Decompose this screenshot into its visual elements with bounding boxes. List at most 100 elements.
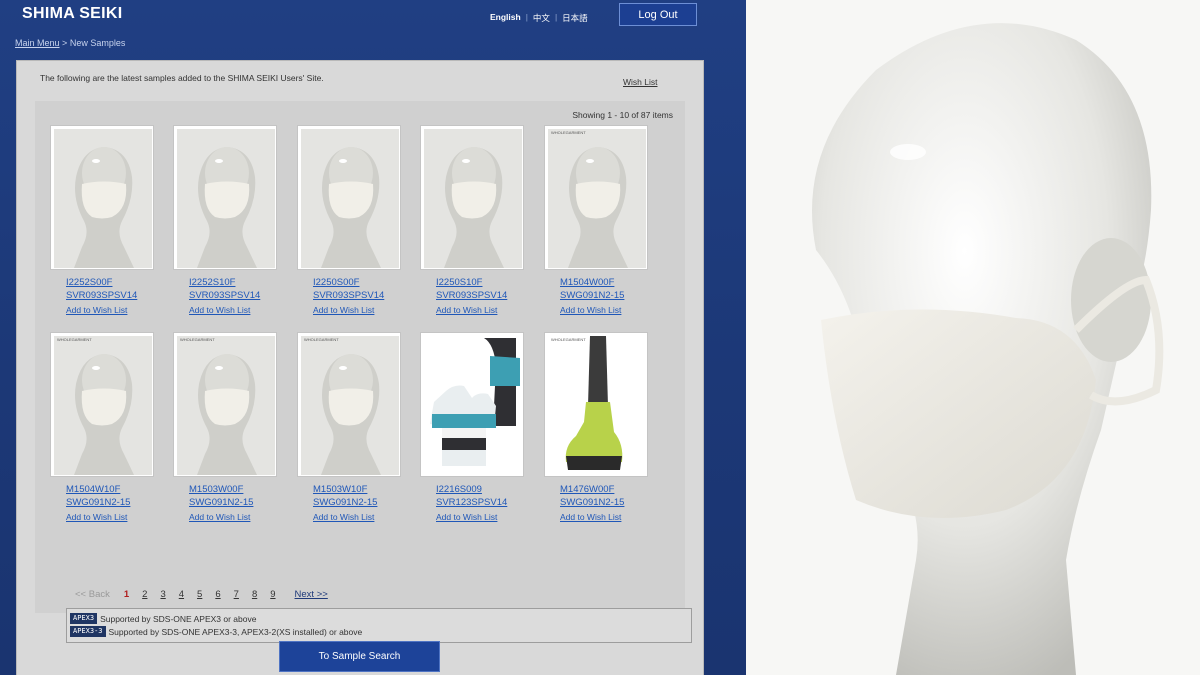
sample-card: WHOLEGARMENT M1504W10F SWG091N2-15 Add to W… bbox=[50, 332, 155, 522]
sample-code-link[interactable]: I2252S10F bbox=[189, 276, 278, 289]
support-row: APEX3-3 Supported by SDS-ONE APEX3-3, AP… bbox=[70, 626, 362, 637]
wholegarment-tag: WHOLEGARMENT bbox=[551, 130, 586, 135]
logo: SHIMA SEIKI bbox=[22, 5, 123, 22]
page-link[interactable]: 5 bbox=[197, 589, 202, 600]
sample-code-link[interactable]: M1476W00F bbox=[560, 483, 649, 496]
sample-code-link[interactable]: M1503W00F bbox=[189, 483, 278, 496]
page-link[interactable]: 3 bbox=[160, 589, 165, 600]
page-link[interactable]: 6 bbox=[215, 589, 220, 600]
lang-chinese[interactable]: 中文 bbox=[528, 12, 555, 24]
mask-mannequin-icon bbox=[177, 336, 275, 475]
sample-thumbnail[interactable] bbox=[297, 125, 401, 270]
mask-mannequin-icon bbox=[54, 129, 152, 268]
sample-card: I2250S00F SVR093SPSV14 Add to Wish List bbox=[297, 125, 402, 315]
add-to-wish-list-link[interactable]: Add to Wish List bbox=[560, 512, 649, 522]
language-switcher: English | 中文 | 日本語 bbox=[485, 12, 593, 24]
support-legend: APEX3 Supported by SDS-ONE APEX3 or abov… bbox=[66, 608, 692, 643]
sample-system-link[interactable]: SWG091N2-15 bbox=[313, 496, 402, 509]
sample-card: WHOLEGARMENT M1503W10F SWG091N2-15 Add to W… bbox=[297, 332, 402, 522]
add-to-wish-list-link[interactable]: Add to Wish List bbox=[189, 512, 278, 522]
mask-mannequin-icon bbox=[54, 336, 152, 475]
sample-thumbnail[interactable] bbox=[173, 125, 277, 270]
breadcrumb-main-menu[interactable]: Main Menu bbox=[15, 38, 60, 48]
wholegarment-tag: WHOLEGARMENT bbox=[304, 337, 339, 342]
apex3-3-badge: APEX3-3 bbox=[70, 626, 106, 637]
breadcrumb-current: New Samples bbox=[69, 38, 126, 48]
sample-card: I2252S00F SVR093SPSV14 Add to Wish List bbox=[50, 125, 155, 315]
add-to-wish-list-link[interactable]: Add to Wish List bbox=[560, 305, 649, 315]
sample-system-link[interactable]: SVR123SPSV14 bbox=[436, 496, 525, 509]
add-to-wish-list-link[interactable]: Add to Wish List bbox=[66, 512, 155, 522]
sample-system-link[interactable]: SWG091N2-15 bbox=[560, 496, 649, 509]
page-link: 1 bbox=[123, 589, 130, 600]
sample-thumbnail[interactable]: WHOLEGARMENT bbox=[50, 332, 154, 477]
sample-system-link[interactable]: SVR093SPSV14 bbox=[66, 289, 155, 302]
mask-mannequin-icon bbox=[424, 129, 522, 268]
sample-system-link[interactable]: SVR093SPSV14 bbox=[436, 289, 525, 302]
sample-thumbnail[interactable] bbox=[420, 125, 524, 270]
page-link[interactable]: 7 bbox=[234, 589, 239, 600]
logout-button[interactable]: Log Out bbox=[619, 3, 697, 26]
page-link[interactable]: 4 bbox=[179, 589, 184, 600]
sample-thumbnail[interactable]: WHOLEGARMENT bbox=[297, 332, 401, 477]
support-text: Supported by SDS-ONE APEX3-3, APEX3-2(XS… bbox=[108, 626, 363, 637]
mannequin-mask-photo bbox=[746, 0, 1200, 675]
polo-shirt-icon bbox=[424, 336, 522, 475]
mask-mannequin-icon bbox=[301, 129, 399, 268]
apex3-badge: APEX3 bbox=[70, 613, 98, 624]
breadcrumb: Main Menu > New Samples bbox=[15, 38, 125, 48]
mask-photo bbox=[746, 0, 1200, 675]
sample-code-link[interactable]: M1503W10F bbox=[313, 483, 402, 496]
sample-code-link[interactable]: I2216S009 bbox=[436, 483, 525, 496]
sample-code-link[interactable]: M1504W10F bbox=[66, 483, 155, 496]
sample-search-button[interactable]: To Sample Search bbox=[279, 641, 440, 672]
pagination: << Back 1 2 3 4 5 6 7 8 9 Next >> bbox=[75, 589, 328, 600]
sample-code-link[interactable]: M1504W00F bbox=[560, 276, 649, 289]
support-text: Supported by SDS-ONE APEX3 or above bbox=[100, 613, 257, 624]
add-to-wish-list-link[interactable]: Add to Wish List bbox=[436, 512, 525, 522]
page-link[interactable]: 9 bbox=[270, 589, 275, 600]
sample-thumbnail[interactable]: WHOLEGARMENT bbox=[544, 332, 648, 477]
sample-card: WHOLEGARMENT M1503W00F SWG091N2-15 Add to W… bbox=[173, 332, 278, 522]
breadcrumb-separator: > bbox=[62, 38, 68, 48]
sample-card: I2216S009 SVR123SPSV14 Add to Wish List bbox=[420, 332, 525, 522]
mask-mannequin-icon bbox=[177, 129, 275, 268]
sample-system-link[interactable]: SWG091N2-15 bbox=[560, 289, 649, 302]
sample-card: WHOLEGARMENT M1476W00F SWG091N2-15 Add to W… bbox=[544, 332, 649, 522]
page-link[interactable]: 8 bbox=[252, 589, 257, 600]
wish-list-link[interactable]: Wish List bbox=[623, 77, 657, 87]
item-count: Showing 1 - 10 of 87 items bbox=[572, 110, 673, 120]
sample-grid: Showing 1 - 10 of 87 items I2252S00F SVR0… bbox=[35, 101, 692, 643]
sample-code-link[interactable]: I2250S10F bbox=[436, 276, 525, 289]
add-to-wish-list-link[interactable]: Add to Wish List bbox=[436, 305, 525, 315]
add-to-wish-list-link[interactable]: Add to Wish List bbox=[189, 305, 278, 315]
sample-thumbnail[interactable]: WHOLEGARMENT bbox=[173, 332, 277, 477]
wholegarment-tag: WHOLEGARMENT bbox=[180, 337, 215, 342]
sample-card: WHOLEGARMENT M1504W00F SWG091N2-15 Add to W… bbox=[544, 125, 649, 315]
mask-mannequin-icon bbox=[548, 129, 646, 268]
pagination-back: << Back bbox=[75, 589, 110, 600]
web-screen: SHIMA SEIKI English | 中文 | 日本語 Log Out M… bbox=[0, 0, 746, 675]
sock-icon bbox=[548, 336, 646, 475]
sample-card: I2252S10F SVR093SPSV14 Add to Wish List bbox=[173, 125, 278, 315]
sample-system-link[interactable]: SVR093SPSV14 bbox=[313, 289, 402, 302]
lang-japanese[interactable]: 日本語 bbox=[557, 12, 593, 24]
pagination-next[interactable]: Next >> bbox=[295, 589, 328, 600]
wholegarment-tag: WHOLEGARMENT bbox=[551, 337, 586, 342]
page-link[interactable]: 2 bbox=[142, 589, 147, 600]
sample-system-link[interactable]: SVR093SPSV14 bbox=[189, 289, 278, 302]
mask-mannequin-icon bbox=[301, 336, 399, 475]
lang-english[interactable]: English bbox=[485, 12, 526, 24]
sample-system-link[interactable]: SWG091N2-15 bbox=[66, 496, 155, 509]
sample-code-link[interactable]: I2252S00F bbox=[66, 276, 155, 289]
sample-thumbnail[interactable] bbox=[420, 332, 524, 477]
sample-thumbnail[interactable] bbox=[50, 125, 154, 270]
add-to-wish-list-link[interactable]: Add to Wish List bbox=[313, 512, 402, 522]
sample-code-link[interactable]: I2250S00F bbox=[313, 276, 402, 289]
sample-system-link[interactable]: SWG091N2-15 bbox=[189, 496, 278, 509]
sample-card: I2250S10F SVR093SPSV14 Add to Wish List bbox=[420, 125, 525, 315]
sample-thumbnail[interactable]: WHOLEGARMENT bbox=[544, 125, 648, 270]
add-to-wish-list-link[interactable]: Add to Wish List bbox=[313, 305, 402, 315]
intro-text: The following are the latest samples add… bbox=[40, 73, 324, 83]
add-to-wish-list-link[interactable]: Add to Wish List bbox=[66, 305, 155, 315]
